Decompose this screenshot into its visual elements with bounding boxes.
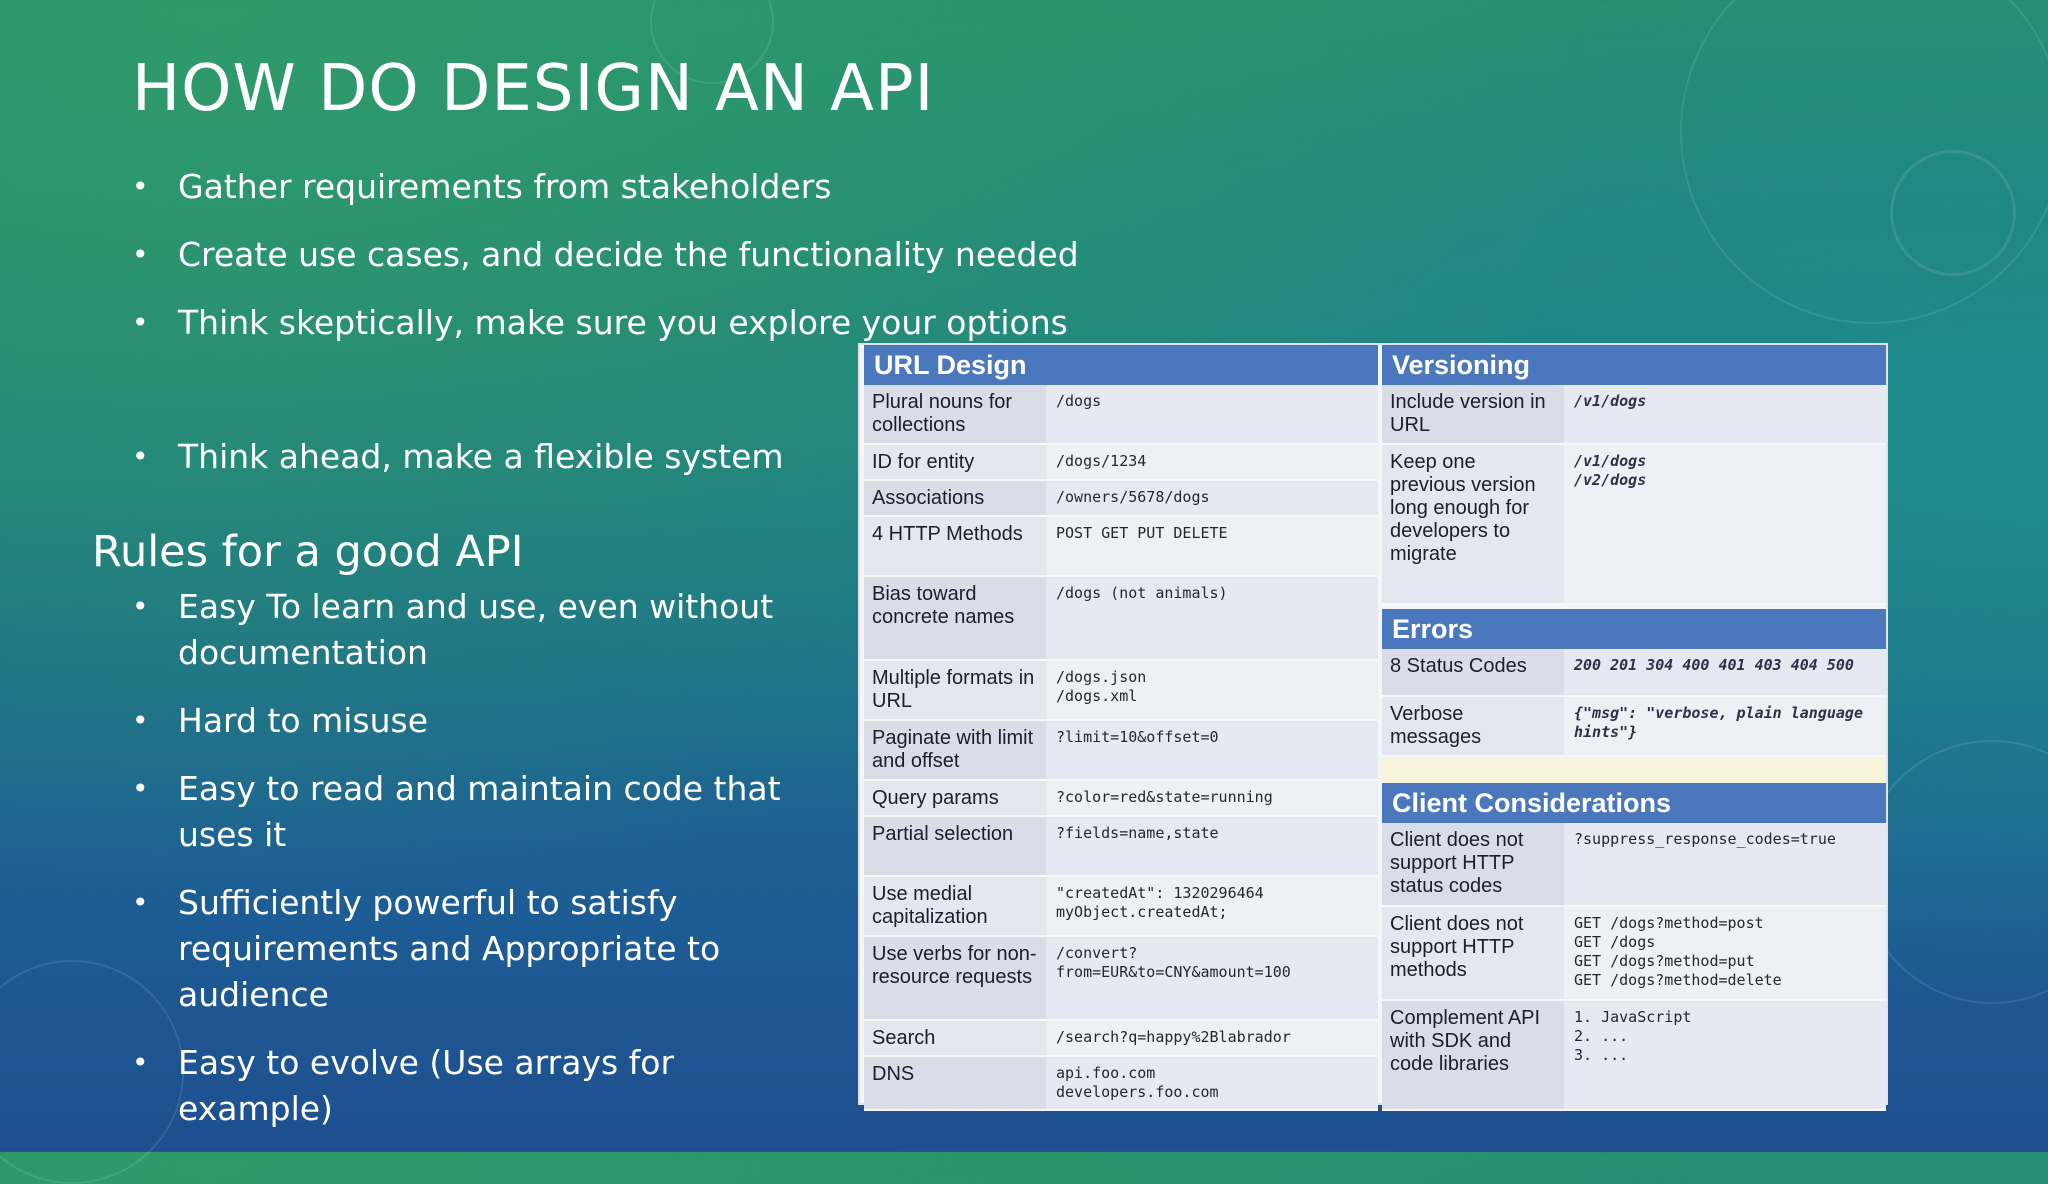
table-row: 8 Status Codes 200 201 304 400 401 403 4… xyxy=(1382,649,1886,697)
bullet-item: Sufficiently powerful to satisfy require… xyxy=(132,880,792,1018)
row-value: /dogs/1234 xyxy=(1046,445,1378,479)
bullet-item: Think ahead, make a flexible system xyxy=(132,434,784,480)
row-value: 1. JavaScript 2. ... 3. ... xyxy=(1564,1001,1886,1109)
table-row: 4 HTTP Methods POST GET PUT DELETE xyxy=(864,517,1378,577)
row-value: ?suppress_response_codes=true xyxy=(1564,823,1886,905)
row-value: GET /dogs?method=post GET /dogs GET /dog… xyxy=(1564,907,1886,999)
section-spacer xyxy=(1382,757,1886,783)
url-design-column: URL Design Plural nouns for collections … xyxy=(864,345,1378,1111)
url-design-heading: URL Design xyxy=(864,345,1378,385)
table-row: Use verbs for non-resource requests /con… xyxy=(864,937,1378,1021)
table-row: Use medial capitalization "createdAt": 1… xyxy=(864,877,1378,937)
row-value: {"msg": "verbose, plain language hints"} xyxy=(1564,697,1886,755)
row-value: /dogs (not animals) xyxy=(1046,577,1378,659)
api-design-table: URL Design Plural nouns for collections … xyxy=(858,343,1888,1111)
errors-heading: Errors xyxy=(1382,609,1886,649)
row-label: Verbose messages xyxy=(1382,697,1564,755)
row-value: /owners/5678/dogs xyxy=(1046,481,1378,515)
flexible-bullet-list: Think ahead, make a flexible system xyxy=(132,434,784,480)
table-row: DNS api.foo.com developers.foo.com xyxy=(864,1057,1378,1111)
table-row: Bias toward concrete names /dogs (not an… xyxy=(864,577,1378,661)
row-label: DNS xyxy=(864,1057,1046,1109)
row-value: /convert? from=EUR&to=CNY&amount=100 xyxy=(1046,937,1378,1019)
right-column: Versioning Include version in URL /v1/do… xyxy=(1382,345,1886,1111)
table-row: Partial selection ?fields=name,state xyxy=(864,817,1378,877)
row-label: Client does not support HTTP methods xyxy=(1382,907,1564,999)
table-row: Complement API with SDK and code librari… xyxy=(1382,1001,1886,1111)
row-label: 8 Status Codes xyxy=(1382,649,1564,695)
row-label: Bias toward concrete names xyxy=(864,577,1046,659)
bullet-item: Gather requirements from stakeholders xyxy=(132,164,1079,210)
table-row: Plural nouns for collections /dogs xyxy=(864,385,1378,445)
row-label: Keep one previous version long enough fo… xyxy=(1382,445,1564,603)
decorative-ring xyxy=(1680,0,2048,324)
row-value: api.foo.com developers.foo.com xyxy=(1046,1057,1378,1109)
table-row: Paginate with limit and offset ?limit=10… xyxy=(864,721,1378,781)
row-value: "createdAt": 1320296464 myObject.created… xyxy=(1046,877,1378,935)
row-label: Client does not support HTTP status code… xyxy=(1382,823,1564,905)
row-value: ?color=red&state=running xyxy=(1046,781,1378,815)
row-value: /search?q=happy%2Blabrador xyxy=(1046,1021,1378,1055)
table-row: Multiple formats in URL /dogs.json /dogs… xyxy=(864,661,1378,721)
table-row: Client does not support HTTP methods GET… xyxy=(1382,907,1886,1001)
row-label: Partial selection xyxy=(864,817,1046,875)
versioning-heading: Versioning xyxy=(1382,345,1886,385)
top-bullet-list: Gather requirements from stakeholders Cr… xyxy=(132,164,1079,346)
slide-title: HOW DO DESIGN AN API xyxy=(132,52,935,126)
row-value: 200 201 304 400 401 403 404 500 xyxy=(1564,649,1886,695)
row-label: Use medial capitalization xyxy=(864,877,1046,935)
row-value: /dogs xyxy=(1046,385,1378,443)
row-label: Plural nouns for collections xyxy=(864,385,1046,443)
row-label: Search xyxy=(864,1021,1046,1055)
bullet-item: Easy to read and maintain code that uses… xyxy=(132,766,792,858)
table-row: Client does not support HTTP status code… xyxy=(1382,823,1886,907)
rules-bullet-list: Easy To learn and use, even without docu… xyxy=(132,584,792,1132)
row-label: Paginate with limit and offset xyxy=(864,721,1046,779)
decorative-ring xyxy=(1890,150,2016,276)
rules-heading: Rules for a good API xyxy=(92,527,524,577)
table-row: Associations /owners/5678/dogs xyxy=(864,481,1378,517)
table-row: ID for entity /dogs/1234 xyxy=(864,445,1378,481)
row-value: ?limit=10&offset=0 xyxy=(1046,721,1378,779)
row-label: Query params xyxy=(864,781,1046,815)
bullet-item: Hard to misuse xyxy=(132,698,792,744)
row-value: /dogs.json /dogs.xml xyxy=(1046,661,1378,719)
row-label: Include version in URL xyxy=(1382,385,1564,443)
table-row: Verbose messages {"msg": "verbose, plain… xyxy=(1382,697,1886,757)
bullet-item: Easy To learn and use, even without docu… xyxy=(132,584,792,676)
table-row: Keep one previous version long enough fo… xyxy=(1382,445,1886,605)
bullet-item: Think skeptically, make sure you explore… xyxy=(132,300,1079,346)
row-value: /v1/dogs /v2/dogs xyxy=(1564,445,1886,603)
row-label: Multiple formats in URL xyxy=(864,661,1046,719)
client-considerations-heading: Client Considerations xyxy=(1382,783,1886,823)
bullet-item: Create use cases, and decide the functio… xyxy=(132,232,1079,278)
table-row: Query params ?color=red&state=running xyxy=(864,781,1378,817)
table-row: Search /search?q=happy%2Blabrador xyxy=(864,1021,1378,1057)
row-value: /v1/dogs xyxy=(1564,385,1886,443)
bullet-item: Easy to evolve (Use arrays for example) xyxy=(132,1040,792,1132)
row-label: Use verbs for non-resource requests xyxy=(864,937,1046,1019)
row-label: Associations xyxy=(864,481,1046,515)
table-row: Include version in URL /v1/dogs xyxy=(1382,385,1886,445)
row-label: ID for entity xyxy=(864,445,1046,479)
row-label: Complement API with SDK and code librari… xyxy=(1382,1001,1564,1109)
row-value: POST GET PUT DELETE xyxy=(1046,517,1378,575)
row-value: ?fields=name,state xyxy=(1046,817,1378,875)
row-label: 4 HTTP Methods xyxy=(864,517,1046,575)
decorative-ring xyxy=(1860,740,2048,1004)
